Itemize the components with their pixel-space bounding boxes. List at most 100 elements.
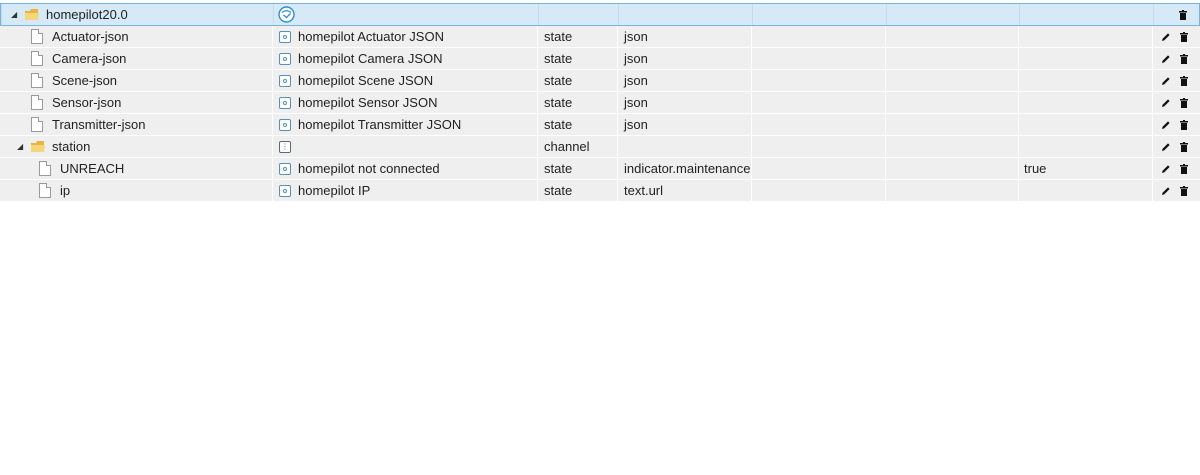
tree-row-unreach[interactable]: UNREACH homepilot not connected state in… — [0, 158, 1200, 180]
delete-button[interactable] — [1177, 140, 1191, 154]
object-title: homepilot Camera JSON — [298, 51, 443, 66]
name-cell: Transmitter-json — [0, 114, 272, 135]
delete-button[interactable] — [1177, 30, 1191, 44]
edit-button[interactable] — [1159, 52, 1173, 66]
role-cell: json — [617, 114, 751, 135]
actions-cell — [1152, 26, 1200, 47]
title-cell: homepilot IP — [272, 180, 537, 201]
value-cell — [1018, 92, 1152, 113]
actions-cell — [1152, 92, 1200, 113]
triangle-down-icon[interactable]: ◢ — [11, 4, 17, 25]
pencil-icon — [1162, 33, 1170, 41]
title-cell: homepilot Actuator JSON — [272, 26, 537, 47]
object-name: ip — [60, 183, 71, 198]
role-cell: text.url — [617, 180, 751, 201]
empty-cell — [885, 26, 1018, 47]
edit-button[interactable] — [1159, 96, 1173, 110]
tree-row-channel-station[interactable]: ◢ station ⋮ channel — [0, 136, 1200, 158]
empty-cell — [885, 136, 1018, 157]
empty-cell — [885, 158, 1018, 179]
tree-row-ip[interactable]: ip homepilot IP state text.url — [0, 180, 1200, 202]
type-cell: state — [537, 48, 617, 69]
delete-button[interactable] — [1177, 52, 1191, 66]
edit-button[interactable] — [1159, 74, 1173, 88]
tree-row-actuator[interactable]: Actuator-json homepilot Actuator JSON st… — [0, 26, 1200, 48]
delete-button[interactable] — [1176, 8, 1190, 22]
file-icon — [31, 29, 43, 44]
empty-cell — [751, 48, 885, 69]
pencil-icon — [1162, 165, 1170, 173]
tree-row-scene[interactable]: Scene-json homepilot Scene JSON state js… — [0, 70, 1200, 92]
title-cell — [273, 4, 538, 25]
tree-row-transmitter[interactable]: Transmitter-json homepilot Transmitter J… — [0, 114, 1200, 136]
value-cell — [1018, 136, 1152, 157]
title-cell: homepilot Camera JSON — [272, 48, 537, 69]
delete-button[interactable] — [1177, 184, 1191, 198]
file-icon — [31, 51, 43, 66]
trash-icon — [1180, 54, 1188, 64]
delete-button[interactable] — [1177, 74, 1191, 88]
empty-cell — [751, 180, 885, 201]
empty-cell — [751, 70, 885, 91]
file-icon — [31, 117, 43, 132]
file-icon — [39, 183, 51, 198]
object-title: homepilot Transmitter JSON — [298, 117, 462, 132]
value-cell — [1019, 4, 1153, 25]
object-name: Transmitter-json — [52, 117, 146, 132]
type-cell — [538, 4, 618, 25]
edit-button[interactable] — [1159, 118, 1173, 132]
role-cell: indicator.maintenance.unreach — [617, 158, 751, 179]
title-cell: ⋮ — [272, 136, 537, 157]
state-icon — [279, 75, 291, 87]
type-cell: state — [537, 114, 617, 135]
value-cell — [1018, 180, 1152, 201]
value-cell — [1018, 70, 1152, 91]
trash-icon — [1180, 98, 1188, 108]
object-name: Scene-json — [52, 73, 118, 88]
edit-button[interactable] — [1159, 184, 1173, 198]
empty-cell — [751, 158, 885, 179]
type-cell: state — [537, 180, 617, 201]
object-name: Actuator-json — [52, 29, 129, 44]
empty-cell — [752, 4, 886, 25]
state-icon — [279, 163, 291, 175]
object-name: UNREACH — [60, 161, 125, 176]
pencil-icon — [1162, 187, 1170, 195]
title-cell: homepilot Scene JSON — [272, 70, 537, 91]
state-icon — [279, 53, 291, 65]
title-cell: homepilot Transmitter JSON — [272, 114, 537, 135]
edit-button[interactable] — [1159, 30, 1173, 44]
pencil-icon — [1162, 143, 1170, 151]
edit-button[interactable] — [1159, 140, 1173, 154]
folder-icon — [31, 141, 45, 152]
tree-row-sensor[interactable]: Sensor-json homepilot Sensor JSON state … — [0, 92, 1200, 114]
pencil-icon — [1162, 121, 1170, 129]
file-icon — [39, 161, 51, 176]
state-icon — [279, 31, 291, 43]
trash-icon — [1180, 142, 1188, 152]
empty-cell — [885, 180, 1018, 201]
object-tree: ◢ homepilot20.0 Actuator-json homepilot … — [0, 3, 1200, 202]
delete-button[interactable] — [1177, 96, 1191, 110]
edit-button[interactable] — [1159, 162, 1173, 176]
homepilot-adapter-icon — [278, 6, 295, 23]
actions-cell — [1153, 4, 1200, 25]
actions-cell — [1152, 136, 1200, 157]
object-name: Camera-json — [52, 51, 127, 66]
delete-button[interactable] — [1177, 118, 1191, 132]
type-cell: channel — [537, 136, 617, 157]
type-cell: state — [537, 92, 617, 113]
object-title: homepilot IP — [298, 183, 371, 198]
delete-button[interactable] — [1177, 162, 1191, 176]
type-cell: state — [537, 158, 617, 179]
role-cell — [618, 4, 752, 25]
triangle-down-icon[interactable]: ◢ — [17, 136, 23, 157]
trash-icon — [1179, 10, 1187, 20]
role-cell: json — [617, 26, 751, 47]
tree-row-camera[interactable]: Camera-json homepilot Camera JSON state … — [0, 48, 1200, 70]
trash-icon — [1180, 120, 1188, 130]
tree-row-root[interactable]: ◢ homepilot20.0 — [0, 3, 1200, 26]
empty-cell — [751, 92, 885, 113]
empty-cell — [885, 70, 1018, 91]
object-title: homepilot Actuator JSON — [298, 29, 444, 44]
